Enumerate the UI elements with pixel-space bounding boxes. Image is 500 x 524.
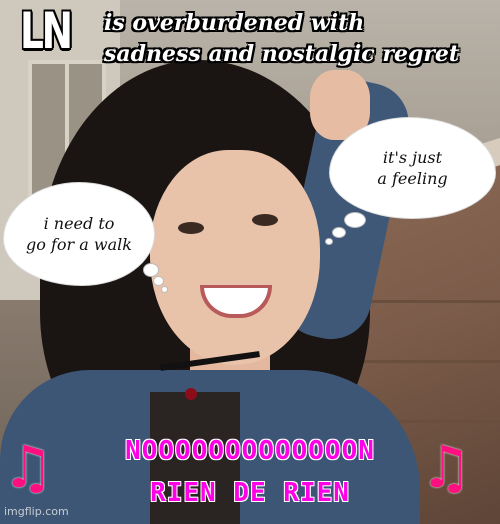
thought-bubble-left: i need to go for a walk xyxy=(4,183,154,285)
caption-line: RIEN DE RIEN xyxy=(150,478,350,508)
headline-line: sadness and nostalgic regret xyxy=(104,41,460,67)
face xyxy=(150,150,320,365)
corner-label: LN xyxy=(20,2,73,60)
thought-puff xyxy=(143,263,159,277)
thought-puff xyxy=(161,286,168,293)
thought-text: a feeling xyxy=(377,169,448,188)
watermark: imgflip.com xyxy=(4,505,69,518)
thought-text: it's just xyxy=(382,148,443,167)
thought-text: go for a walk xyxy=(26,235,132,254)
caption-line: NOOOOOOOOOOOOON xyxy=(125,436,375,466)
thought-text: i need to xyxy=(43,214,115,233)
thought-puff xyxy=(153,276,164,286)
thought-puff xyxy=(325,238,333,245)
headline-line: is overburdened with xyxy=(104,10,365,36)
thought-puff xyxy=(344,212,366,228)
headline: is overburdened with sadness and nostalg… xyxy=(104,8,496,70)
right-eye xyxy=(252,214,278,226)
left-eye xyxy=(178,222,204,234)
thought-puff xyxy=(332,227,346,238)
pendant xyxy=(185,388,197,400)
